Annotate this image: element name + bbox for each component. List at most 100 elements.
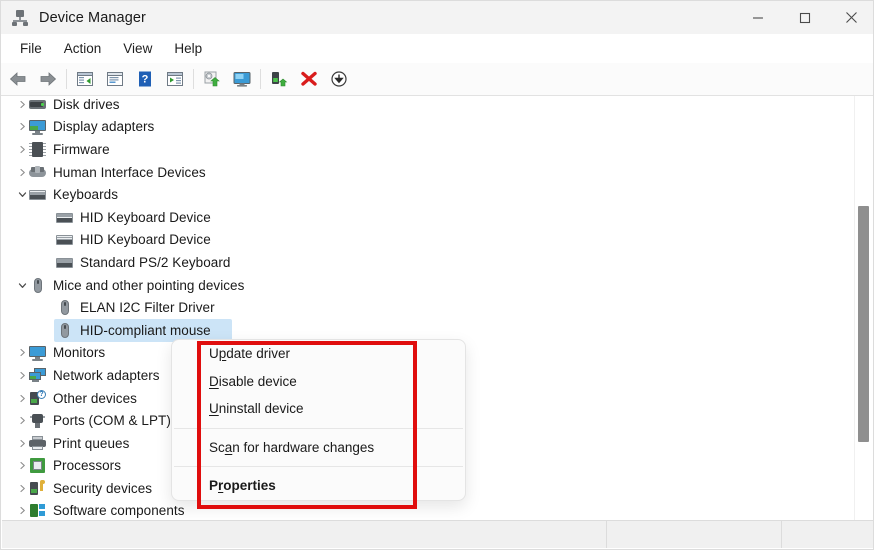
tree-row[interactable]: Display adapters [2, 116, 852, 139]
chevron-right-icon[interactable] [15, 500, 29, 520]
chevron-down-icon[interactable] [15, 274, 29, 296]
tree-indent-spacer [42, 206, 56, 228]
title-bar[interactable]: Device Manager [1, 1, 873, 34]
context-menu-item[interactable]: Pr operties [172, 472, 465, 500]
chevron-right-icon[interactable] [15, 477, 29, 499]
tree-row-label: HID Keyboard Device [80, 232, 211, 248]
tree-row-label: HID-compliant mouse [80, 322, 211, 338]
menu-action[interactable]: Action [53, 38, 113, 59]
toolbar-separator [193, 69, 194, 89]
tree-row-label: Ports (COM & LPT) [53, 413, 171, 429]
mouse-icon [56, 322, 73, 339]
uninstall-device-button[interactable] [294, 64, 324, 94]
toolbar-separator [260, 69, 261, 89]
device-context-menu[interactable]: Up date driver Disable device Uninstall dev… [171, 339, 466, 501]
minimize-button[interactable] [734, 1, 781, 34]
chevron-right-icon[interactable] [15, 455, 29, 477]
console-tree-icon [107, 72, 123, 86]
port-connector-icon [29, 412, 46, 429]
chevron-down-icon[interactable] [15, 184, 29, 206]
tree-row-label: Network adapters [53, 367, 160, 383]
menu-help[interactable]: Help [163, 38, 213, 59]
mouse-icon [29, 277, 46, 294]
context-menu-separator [174, 427, 463, 429]
up-one-level-button[interactable] [70, 64, 100, 94]
context-menu-item[interactable]: Up date driver [172, 340, 465, 368]
chevron-right-icon[interactable] [15, 116, 29, 138]
tree-row-label: Processors [53, 458, 122, 474]
maximize-button[interactable] [781, 1, 828, 34]
tree-row[interactable]: Human Interface Devices [2, 161, 852, 184]
window-controls [734, 1, 873, 34]
menu-view[interactable]: View [112, 38, 163, 59]
keyboard-icon [29, 186, 46, 203]
monitor-icon [29, 344, 46, 362]
keyboard-icon [56, 254, 73, 271]
back-button[interactable] [3, 64, 33, 94]
help-button[interactable]: ? [130, 64, 160, 94]
tree-row[interactable]: Software components [2, 500, 852, 520]
processor-icon [29, 457, 46, 474]
chevron-right-icon[interactable] [15, 364, 29, 386]
tree-row-label: Disk drives [53, 96, 120, 112]
back-arrow-icon [9, 72, 26, 86]
properties-button[interactable] [160, 64, 190, 94]
vertical-scrollbar[interactable] [854, 96, 872, 520]
context-menu-item[interactable]: Uninstall device [172, 395, 465, 423]
tree-row-label: Human Interface Devices [53, 164, 206, 180]
enable-device-button[interactable] [264, 64, 294, 94]
scan-hardware-icon [233, 72, 251, 87]
context-menu-item[interactable]: Disable device [172, 368, 465, 396]
window-title: Device Manager [39, 9, 146, 26]
printer-icon [29, 435, 46, 452]
tree-row-label: Display adapters [53, 119, 155, 135]
software-component-icon [29, 502, 46, 519]
tree-row[interactable]: Keyboards [2, 183, 852, 206]
tree-row[interactable]: Mice and other pointing devices [2, 274, 852, 297]
chevron-right-icon[interactable] [15, 410, 29, 432]
tree-row[interactable]: Standard PS/2 Keyboard [2, 251, 852, 274]
chevron-right-icon[interactable] [15, 161, 29, 183]
tree-row-label: Firmware [53, 141, 110, 157]
menu-bar: File Action View Help [1, 34, 873, 63]
scrollbar-thumb[interactable] [858, 206, 869, 442]
context-menu-item[interactable]: Sc a n for hardware changes [172, 434, 465, 462]
tree-row-label: Monitors [53, 345, 106, 361]
keyboard-icon [56, 231, 73, 248]
chevron-right-icon[interactable] [15, 387, 29, 409]
device-manager-window: Device Manager File Action View Help ? D… [0, 0, 874, 550]
status-cell-1 [2, 521, 606, 548]
show-hide-console-tree-button[interactable] [100, 64, 130, 94]
menu-file[interactable]: File [9, 38, 53, 59]
hid-gamepad-icon [29, 164, 46, 181]
red-x-uninstall-icon [301, 71, 317, 86]
tree-indent-spacer [42, 251, 56, 273]
disable-device-button[interactable] [324, 64, 354, 94]
scan-for-hardware-changes-button[interactable] [227, 64, 257, 94]
status-cell-3 [781, 521, 873, 548]
tree-row-label: Mice and other pointing devices [53, 277, 245, 293]
network-adapter-icon [29, 367, 46, 384]
chevron-right-icon[interactable] [15, 342, 29, 364]
help-question-icon: ? [139, 71, 151, 87]
status-bar [2, 520, 873, 548]
update-driver-button[interactable] [197, 64, 227, 94]
chevron-right-icon[interactable] [15, 138, 29, 160]
tree-row[interactable]: HID Keyboard Device [2, 229, 852, 252]
toolbar: ? [1, 63, 873, 96]
forward-arrow-icon [40, 72, 57, 86]
tree-row-label: Other devices [53, 390, 137, 406]
chevron-right-icon[interactable] [15, 432, 29, 454]
tree-row-label: Security devices [53, 480, 153, 496]
close-button[interactable] [828, 1, 873, 34]
tree-row[interactable]: ELAN I2C Filter Driver [2, 296, 852, 319]
tree-row[interactable]: Firmware [2, 138, 852, 161]
security-device-icon [29, 479, 46, 497]
display-adapter-icon [29, 118, 46, 136]
tree-row[interactable]: Disk drives [2, 96, 852, 116]
tree-row[interactable]: HID Keyboard Device [2, 206, 852, 229]
tree-row-label: Keyboards [53, 187, 118, 203]
chevron-right-icon[interactable] [15, 96, 29, 115]
down-arrow-disable-icon [331, 71, 347, 87]
forward-button[interactable] [33, 64, 63, 94]
